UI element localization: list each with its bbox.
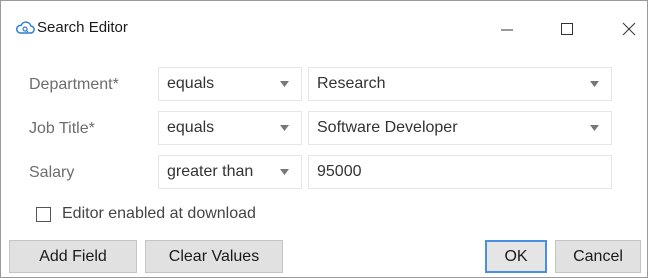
job-title-operator-select[interactable]: equals bbox=[158, 111, 302, 145]
close-icon bbox=[622, 22, 636, 36]
department-label: Department* bbox=[29, 76, 119, 93]
title-bar: Search Editor bbox=[1, 1, 647, 53]
department-operator-value: equals bbox=[167, 75, 215, 92]
job-title-value-select[interactable]: Software Developer bbox=[308, 111, 612, 145]
salary-operator-value: greater than bbox=[167, 163, 254, 180]
chevron-down-icon bbox=[280, 81, 289, 87]
cancel-button[interactable]: Cancel bbox=[555, 240, 641, 273]
chevron-down-icon bbox=[590, 81, 599, 87]
department-value: Research bbox=[317, 75, 386, 92]
chevron-down-icon bbox=[280, 125, 289, 131]
clear-values-button[interactable]: Clear Values bbox=[145, 240, 283, 273]
editor-enabled-checkbox[interactable] bbox=[36, 207, 51, 222]
salary-value: 95000 bbox=[317, 163, 362, 180]
salary-operator-select[interactable]: greater than bbox=[158, 155, 302, 189]
cloud-search-icon bbox=[16, 21, 35, 34]
search-editor-dialog: Search Editor Department* equals Researc… bbox=[0, 0, 648, 278]
window-title: Search Editor bbox=[37, 19, 128, 36]
department-value-select[interactable]: Research bbox=[308, 67, 612, 101]
job-title-label: Job Title* bbox=[29, 120, 95, 137]
salary-value-input[interactable]: 95000 bbox=[308, 155, 612, 189]
minimize-button[interactable] bbox=[485, 11, 529, 47]
maximize-button[interactable] bbox=[545, 11, 589, 47]
chevron-down-icon bbox=[280, 169, 289, 175]
minimize-icon bbox=[501, 29, 513, 31]
ok-button[interactable]: OK bbox=[485, 240, 547, 273]
add-field-button[interactable]: Add Field bbox=[9, 240, 137, 273]
job-title-operator-value: equals bbox=[167, 119, 215, 136]
job-title-value: Software Developer bbox=[317, 119, 458, 136]
department-operator-select[interactable]: equals bbox=[158, 67, 302, 101]
editor-enabled-label: Editor enabled at download bbox=[62, 205, 256, 222]
chevron-down-icon bbox=[590, 125, 599, 131]
close-button[interactable] bbox=[607, 11, 648, 47]
salary-label: Salary bbox=[29, 164, 75, 181]
maximize-icon bbox=[561, 23, 573, 35]
